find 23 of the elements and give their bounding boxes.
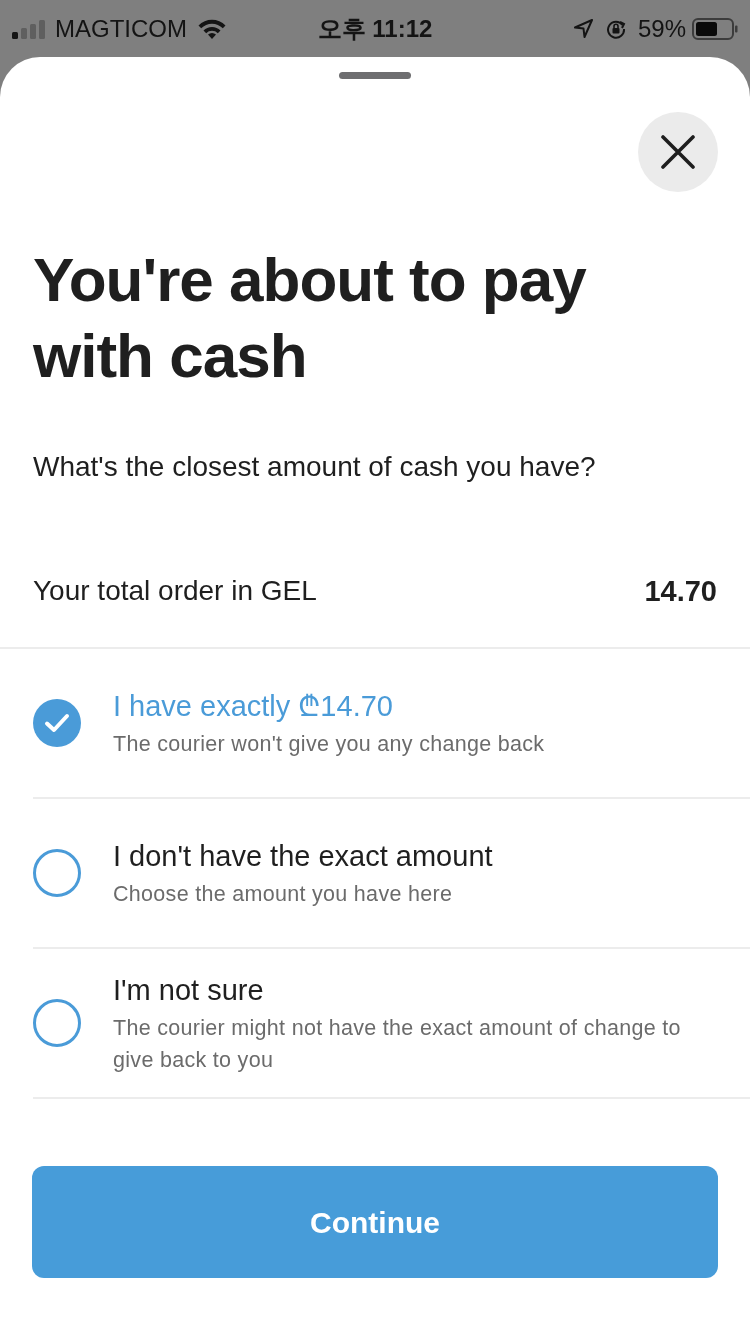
clock-time: 오후 11:12 [317,13,433,44]
wifi-icon [197,17,227,40]
close-icon [661,135,695,169]
check-icon [44,713,70,733]
total-label: Your total order in GEL [33,574,317,608]
radio-button[interactable] [33,999,81,1047]
signal-icon [12,18,46,39]
option-title[interactable]: I'm not sure [113,970,690,1010]
cash-prompt: What's the closest amount of cash you have? [32,450,597,484]
option-description: Choose the amount you have here [113,881,454,908]
radio-button[interactable] [33,849,81,897]
option-description: The courier might not have the exact amount of change to give back to you [113,1015,682,1074]
sheet-title: You're about to pay with cash [32,244,588,392]
option-description: The courier won't give you any change back [113,731,545,758]
battery-percentage: 59% [637,13,686,44]
rotation-lock-icon [605,18,626,39]
carrier-name: MAGTICOM [55,13,187,44]
battery-icon [692,17,738,40]
total-amount: 14.70 [644,574,717,609]
option-title[interactable]: I don't have the exact amount [113,836,493,876]
drag-handle[interactable] [339,72,411,79]
location-arrow-icon [573,19,593,38]
radio-button[interactable] [33,699,81,747]
